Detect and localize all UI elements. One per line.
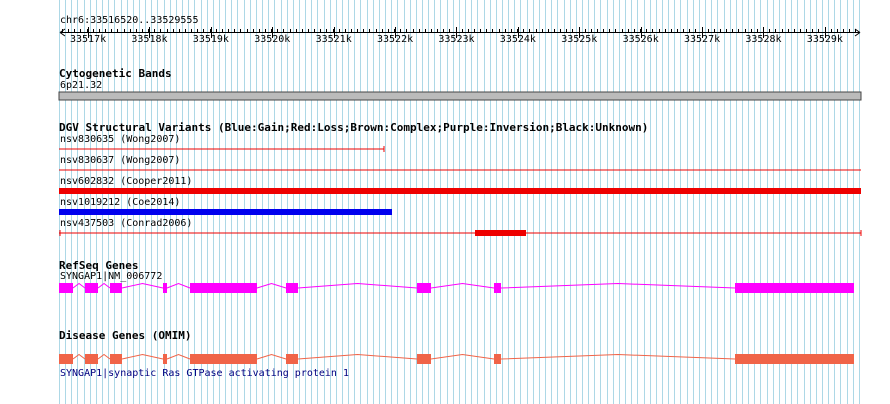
gene-exon	[85, 283, 98, 293]
ruler-tick-label: 33529k	[806, 34, 843, 45]
cytoband-bar[interactable]	[0, 91, 890, 101]
gene-intron	[430, 282, 495, 289]
gene-exon	[59, 283, 73, 293]
gene-intron	[72, 282, 86, 289]
dgv-feature[interactable]	[0, 187, 890, 195]
dgv-feature[interactable]	[0, 145, 890, 153]
gene-exon	[417, 354, 431, 364]
gene-intron	[121, 282, 164, 289]
omim-gene-model[interactable]	[0, 353, 890, 365]
gene-intron	[121, 353, 164, 360]
omim-gene-label[interactable]: SYNGAP1|synaptic Ras GTPase activating p…	[60, 368, 349, 380]
gene-exon	[735, 283, 854, 293]
dgv-feature[interactable]	[0, 229, 890, 237]
gene-exon	[735, 354, 854, 364]
dgv-feature[interactable]	[0, 208, 890, 216]
gene-intron	[97, 353, 111, 360]
gene-intron	[297, 282, 418, 289]
omim-track-title: Disease Genes (OMIM)	[59, 329, 192, 342]
ruler-tick-label: 33519k	[192, 34, 229, 45]
gene-exon	[110, 354, 122, 364]
gene-exon	[494, 283, 501, 293]
dgv-track-title: DGV Structural Variants (Blue:Gain;Red:L…	[59, 121, 649, 134]
gene-exon	[163, 354, 167, 364]
cytoband-track-title: Cytogenetic Bands	[59, 67, 172, 80]
gene-exon	[286, 354, 298, 364]
gene-exon	[286, 283, 298, 293]
ruler-tick-label: 33520k	[254, 34, 291, 45]
gene-exon	[190, 283, 257, 293]
gene-exon	[190, 354, 257, 364]
ruler-tick-label: 33521k	[315, 34, 352, 45]
ruler-tick-label: 33527k	[684, 34, 721, 45]
genome-browser: chr6:33516520..33529555 33517k 33518k 3351…	[0, 0, 890, 404]
gene-exon	[417, 283, 431, 293]
refseq-gene-model[interactable]	[0, 282, 890, 294]
gene-exon	[163, 283, 167, 293]
gene-intron	[430, 353, 495, 360]
gene-intron	[500, 353, 736, 360]
gene-exon	[110, 283, 122, 293]
ruler-tick-label: 33526k	[622, 34, 659, 45]
ruler-tick-label: 33517k	[70, 34, 107, 45]
ruler-tick-label: 33528k	[745, 34, 782, 45]
gene-intron	[166, 282, 191, 289]
gene-exon	[85, 354, 98, 364]
gene-exon	[59, 354, 73, 364]
gene-exon	[494, 354, 501, 364]
gene-intron	[97, 282, 111, 289]
ruler-tick-label: 33518k	[131, 34, 168, 45]
gene-intron	[256, 353, 287, 360]
ruler-tick-label: 33522k	[377, 34, 414, 45]
ruler-tick-label: 33525k	[561, 34, 598, 45]
gene-intron	[256, 282, 287, 289]
ruler-tick-label: 33523k	[438, 34, 475, 45]
ruler-tick-label: 33524k	[499, 34, 536, 45]
gene-intron	[72, 353, 86, 360]
gene-intron	[500, 282, 736, 289]
dgv-feature[interactable]	[0, 166, 890, 174]
gene-intron	[297, 353, 418, 360]
gene-intron	[166, 353, 191, 360]
